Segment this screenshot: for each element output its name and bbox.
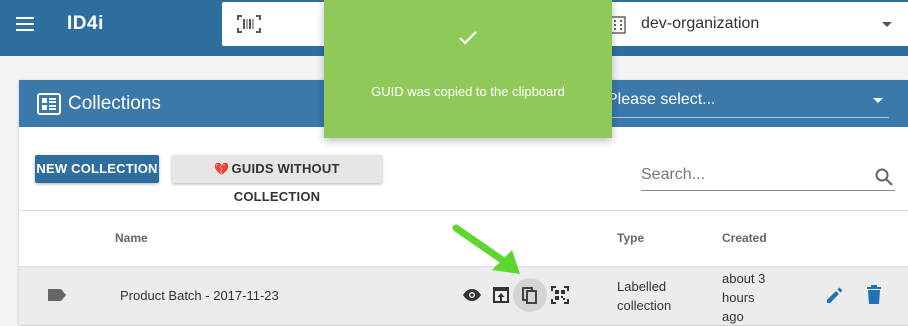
menu-icon[interactable] (16, 17, 34, 31)
created-line: ago (722, 309, 744, 324)
collection-filter-select[interactable]: Please select... (607, 91, 889, 118)
eye-icon (463, 289, 481, 301)
toast-notification: GUID was copied to the clipboard (324, 0, 612, 138)
open-button[interactable] (490, 284, 512, 306)
open-in-new-icon (493, 287, 509, 303)
copy-icon (522, 287, 537, 304)
column-header-name[interactable]: Name (115, 231, 148, 245)
collection-type-line: Labelled (617, 279, 667, 294)
broken-heart-icon: 💔 (214, 162, 230, 176)
created-line: hours (722, 290, 755, 305)
column-header-created[interactable]: Created (722, 231, 767, 245)
collections-title: Collections (68, 93, 161, 114)
toast-message: GUID was copied to the clipboard (371, 84, 565, 99)
chevron-down-icon[interactable] (882, 22, 892, 27)
collection-type-line: collection (617, 298, 672, 313)
qr-code-scan-icon (551, 286, 569, 304)
guids-without-collection-label: GUIDS WITHOUT COLLECTION (231, 161, 340, 204)
edit-icon[interactable] (825, 285, 845, 305)
barcode-scan-icon[interactable] (236, 14, 262, 34)
new-collection-button[interactable]: NEW COLLECTION (35, 155, 159, 183)
chevron-down-icon[interactable] (873, 98, 883, 103)
check-icon (459, 31, 477, 45)
collection-created: about 3 hours ago (722, 269, 765, 326)
search-input[interactable] (641, 166, 851, 184)
app-title: ID4i (67, 13, 104, 34)
organization-select[interactable]: dev-organization (602, 2, 908, 46)
building-icon (610, 16, 626, 34)
divider (19, 210, 908, 211)
filter-placeholder: Please select... (607, 91, 716, 108)
organization-value: dev-organization (641, 15, 760, 32)
search-icon[interactable] (875, 168, 893, 186)
search-field[interactable] (641, 164, 895, 191)
created-line: about 3 (722, 271, 766, 286)
collection-name[interactable]: Product Batch - 2017-11-23 (120, 288, 279, 303)
copy-guid-button[interactable] (513, 278, 547, 312)
label-icon (48, 289, 66, 301)
qr-code-button[interactable] (549, 284, 571, 306)
view-button[interactable] (461, 284, 483, 306)
column-header-type[interactable]: Type (617, 231, 644, 245)
pointer-arrow (452, 224, 520, 274)
guids-without-collection-button[interactable]: 💔 GUIDS WITHOUT COLLECTION (172, 155, 382, 204)
delete-icon[interactable] (865, 285, 883, 305)
collection-type: Labelled collection (617, 277, 671, 315)
collections-icon (37, 93, 61, 115)
